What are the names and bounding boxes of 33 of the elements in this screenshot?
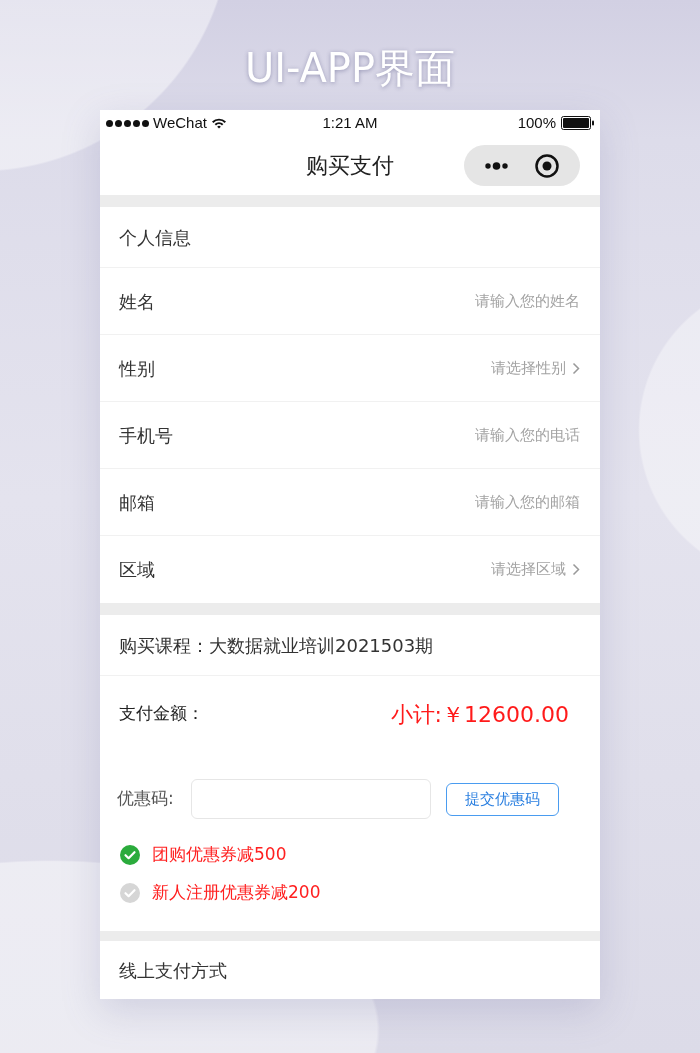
section-heading: 线上支付方式 — [119, 958, 227, 983]
check-circle-icon[interactable] — [120, 883, 140, 903]
screen-title: 购买支付 — [306, 152, 394, 180]
carrier-name: WeChat — [153, 112, 207, 133]
battery-icon — [561, 116, 594, 130]
text-input[interactable]: 请输入您的电话 — [410, 423, 580, 447]
more-icon[interactable] — [485, 161, 509, 170]
check-circle-icon[interactable] — [120, 845, 140, 865]
battery-percent: 100% — [517, 112, 556, 133]
signal-icon — [106, 118, 149, 128]
select-field[interactable]: 请选择区域 — [491, 558, 580, 581]
subtotal-amount: 小计:￥12600.00 — [390, 700, 569, 729]
field-label: 邮箱 — [119, 490, 155, 515]
payment-label: 支付金额： — [119, 702, 204, 726]
coupon-input[interactable] — [191, 779, 431, 819]
text-input[interactable]: 请输入您的邮箱 — [410, 490, 580, 514]
field-label: 性别 — [119, 356, 155, 381]
coupon-offer-text: 新人注册优惠券减200 — [152, 881, 321, 905]
field-label: 姓名 — [119, 289, 155, 314]
section-heading: 个人信息 — [119, 225, 191, 250]
select-field[interactable]: 请选择性别 — [491, 356, 580, 380]
submit-coupon-button[interactable]: 提交优惠码 — [446, 782, 559, 816]
field-label: 区域 — [119, 558, 155, 582]
chevron-right-icon — [572, 361, 580, 375]
wifi-icon — [210, 117, 227, 129]
chevron-right-icon — [572, 563, 580, 576]
coupon-label: 优惠码: — [117, 787, 175, 811]
text-input[interactable]: 请输入您的姓名 — [410, 289, 580, 313]
status-time: 1:21 AM — [322, 112, 378, 133]
field-label: 手机号 — [119, 423, 173, 448]
target-icon[interactable] — [534, 153, 559, 178]
coupon-offer-text: 团购优惠券减500 — [152, 843, 287, 867]
course-text: 购买课程：大数据就业培训2021503期 — [119, 633, 434, 658]
